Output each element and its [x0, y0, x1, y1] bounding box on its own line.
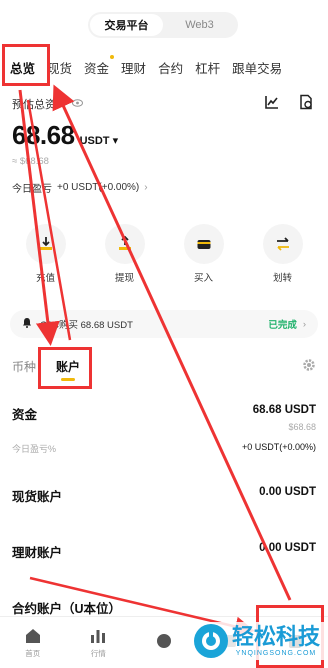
pnl-label: 今日盈亏: [12, 184, 52, 195]
chevron-right-icon: ›: [144, 182, 148, 193]
platform-exchange-option[interactable]: 交易平台: [90, 14, 163, 36]
currency-select[interactable]: USDT ▾: [80, 134, 119, 147]
futures-account-row[interactable]: 合约账户（U本位）: [12, 598, 316, 618]
balance: 68.68 USDT ▾: [12, 120, 118, 151]
pnl-value: +0 USDT(+0.00%): [57, 182, 140, 193]
tab-overview[interactable]: 总览: [10, 58, 35, 77]
quick-actions: 充值 提现 买入 划转: [0, 224, 328, 284]
funds-account-row[interactable]: 资金 68.68 USDT $68.68 今日盈亏% +0 USDT(+0.00…: [12, 404, 316, 460]
order-notice[interactable]: C2C购买 68.68 USDT 已完成 ›: [10, 310, 318, 338]
account-value: 0.00 USDT: [259, 486, 316, 498]
tab-earn[interactable]: 理财: [121, 58, 146, 77]
tab-margin[interactable]: 杠杆: [195, 58, 220, 77]
tab-by-coin[interactable]: 币种: [12, 358, 36, 375]
arrow-to-overview: [52, 84, 292, 601]
tab-spot[interactable]: 现货: [47, 58, 72, 77]
watermark-logo-icon: [193, 624, 228, 658]
nav-trade[interactable]: [139, 632, 189, 653]
platform-web3-option[interactable]: Web3: [163, 14, 236, 36]
buy-button[interactable]: 买入: [174, 224, 234, 284]
history-icon[interactable]: [298, 94, 314, 110]
withdraw-label: 提现: [114, 273, 134, 284]
deposit-icon: [25, 224, 66, 264]
estimate-label-row: 预估总资产: [12, 96, 83, 112]
funds-fiat: $68.68: [288, 422, 316, 432]
notice-text: C2C购买 68.68 USDT: [40, 320, 133, 331]
tab-funding-label: 资金: [84, 61, 110, 76]
withdraw-button[interactable]: 提现: [95, 224, 155, 284]
balance-fiat: ≈ $68.68: [12, 156, 49, 167]
nav-markets[interactable]: 行情: [73, 627, 123, 659]
funds-pnl-label: 今日盈亏%: [12, 444, 57, 454]
notice-status: 已完成: [268, 320, 297, 331]
nav-markets-label: 行情: [90, 648, 106, 658]
account-name: 理财账户: [12, 546, 63, 560]
watermark: 轻松科技 YNQINGSONG.COM: [189, 622, 324, 660]
account-name: 合约账户（U本位）: [12, 602, 122, 616]
eye-icon[interactable]: [72, 98, 83, 110]
transfer-button[interactable]: 划转: [253, 224, 313, 284]
tab-futures[interactable]: 合约: [158, 58, 183, 77]
trade-icon: [156, 634, 171, 648]
buy-icon: [183, 224, 224, 264]
gear-icon[interactable]: [302, 358, 316, 375]
deposit-label: 充值: [35, 273, 55, 284]
nav-home-label: 首页: [25, 648, 41, 658]
chart-icon[interactable]: [264, 94, 280, 110]
transfer-icon: [262, 224, 303, 264]
view-tabs: 币种 账户: [12, 358, 316, 375]
balance-value: 68.68: [12, 120, 75, 150]
platform-switch: 交易平台 Web3: [88, 12, 238, 38]
watermark-url: YNQINGSONG.COM: [235, 649, 317, 657]
estimate-label: 预估总资产: [12, 99, 67, 111]
withdraw-icon: [104, 224, 145, 264]
spot-account-row[interactable]: 现货账户 0.00 USDT: [12, 486, 316, 506]
home-icon: [25, 628, 40, 643]
tab-by-account[interactable]: 账户: [56, 358, 80, 375]
markets-icon: [91, 629, 106, 643]
asset-tabs: 总览 现货 资金 理财 合约 杠杆 跟单交易: [0, 54, 328, 80]
tab-copy-trading[interactable]: 跟单交易: [232, 58, 282, 77]
new-dot-icon: [110, 54, 115, 59]
funds-value: 68.68 USDT: [252, 404, 316, 416]
earn-account-row[interactable]: 理财账户 0.00 USDT: [12, 542, 316, 562]
nav-home[interactable]: 首页: [8, 627, 58, 659]
funds-pnl-value: +0 USDT(+0.00%): [241, 442, 316, 452]
deposit-button[interactable]: 充值: [16, 224, 76, 284]
bell-icon: [22, 317, 32, 331]
tab-funding[interactable]: 资金: [84, 54, 115, 77]
buy-label: 买入: [193, 273, 213, 284]
watermark-title: 轻松科技: [231, 624, 320, 650]
account-name: 现货账户: [12, 490, 63, 504]
transfer-label: 划转: [272, 273, 292, 284]
chevron-right-icon: ›: [302, 318, 306, 330]
account-value: 0.00 USDT: [259, 542, 316, 554]
header-icons: [264, 94, 314, 110]
today-pnl[interactable]: 今日盈亏 +0 USDT(+0.00%) ›: [12, 180, 148, 195]
